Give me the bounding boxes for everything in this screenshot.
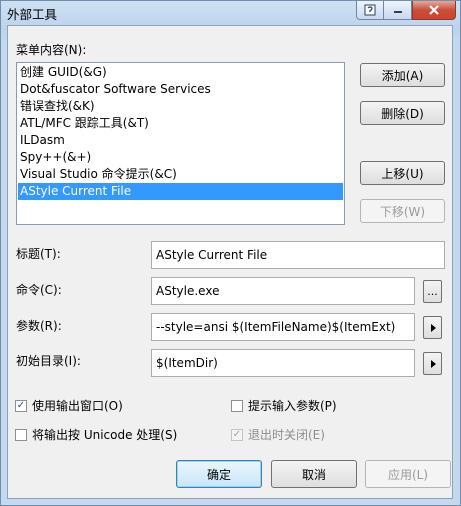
checkbox-empty-icon [231, 399, 243, 412]
title-bar: 外部工具 [1, 1, 460, 25]
use-output-window-label: 使用输出窗口(O) [32, 399, 123, 413]
arguments-menu-button[interactable] [423, 316, 442, 339]
arrow-right-icon [430, 323, 436, 332]
title-label: 标题(T): [16, 247, 61, 261]
ok-button[interactable]: 确定 [176, 460, 262, 488]
close-icon [429, 5, 439, 15]
close-on-exit-label: 退出时关闭(E) [248, 428, 325, 442]
menu-contents-label: 菜单内容(N): [16, 43, 87, 57]
list-item[interactable]: ILDasm [18, 132, 343, 149]
list-item-selected[interactable]: AStyle Current File [18, 183, 343, 200]
list-item[interactable]: ATL/MFC 跟踪工具(&T) [18, 115, 343, 132]
minimize-button[interactable] [384, 1, 412, 20]
menu-contents-list[interactable]: 创建 GUID(&G) Dot&fuscator Software Servic… [16, 62, 345, 225]
move-up-button[interactable]: 上移(U) [360, 161, 445, 185]
cancel-button[interactable]: 取消 [271, 460, 357, 488]
command-input[interactable]: AStyle.exe [151, 277, 415, 305]
window-title: 外部工具 [7, 7, 58, 22]
command-label: 命令(C): [16, 283, 62, 297]
initial-dir-menu-button[interactable] [423, 352, 442, 375]
use-output-window-checkbox[interactable]: ✓ 使用输出窗口(O) [15, 397, 123, 414]
checkmark-icon: ✓ [231, 428, 243, 441]
treat-unicode-checkbox[interactable]: 将输出按 Unicode 处理(S) [15, 426, 177, 443]
delete-button[interactable]: 删除(D) [360, 101, 445, 125]
list-item[interactable]: Spy++(&+) [18, 149, 343, 166]
initial-dir-label: 初始目录(I): [16, 354, 81, 368]
list-item[interactable]: Dot&fuscator Software Services [18, 81, 343, 98]
list-item[interactable]: 创建 GUID(&G) [18, 64, 343, 81]
prompt-arguments-checkbox[interactable]: 提示输入参数(P) [231, 397, 337, 414]
list-item[interactable]: Visual Studio 命令提示(&C) [18, 166, 343, 183]
title-input[interactable]: AStyle Current File [151, 241, 445, 269]
move-down-button[interactable]: 下移(W) [360, 199, 445, 223]
treat-unicode-label: 将输出按 Unicode 处理(S) [32, 428, 178, 442]
help-button[interactable] [356, 1, 384, 20]
arguments-input[interactable]: --style=ansi $(ItemFileName)$(ItemExt) [151, 313, 415, 341]
minimize-icon [393, 11, 402, 13]
list-item[interactable]: 错误查找(&K) [18, 98, 343, 115]
initial-dir-input[interactable]: $(ItemDir) [151, 349, 415, 377]
close-on-exit-checkbox[interactable]: ✓ 退出时关闭(E) [231, 426, 325, 443]
close-button[interactable] [412, 1, 456, 20]
add-button[interactable]: 添加(A) [360, 63, 445, 87]
arrow-right-icon [430, 359, 436, 368]
arguments-label: 参数(R): [16, 319, 62, 333]
browse-button[interactable]: ... [423, 280, 442, 303]
checkmark-icon: ✓ [15, 399, 27, 412]
checkbox-empty-icon [15, 428, 27, 441]
help-icon [364, 4, 376, 16]
prompt-arguments-label: 提示输入参数(P) [248, 399, 337, 413]
apply-button[interactable]: 应用(L) [365, 460, 451, 488]
